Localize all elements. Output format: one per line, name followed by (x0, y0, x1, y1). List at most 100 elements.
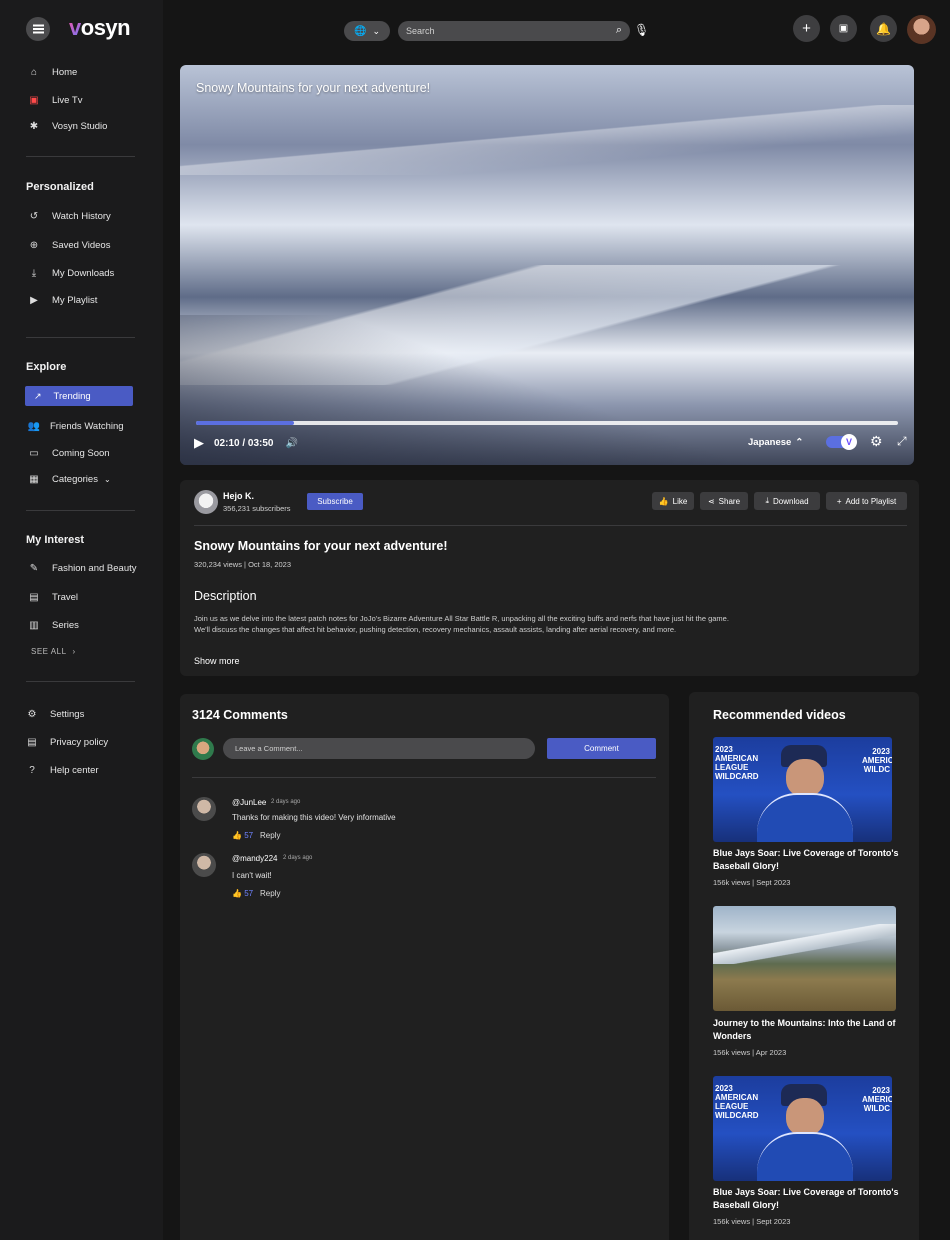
seek-bar-fill (196, 421, 295, 425)
microphone-icon[interactable]: 🎙 (634, 23, 649, 37)
show-more-link[interactable]: Show more (194, 656, 240, 666)
sidebar-item-friends-watching[interactable]: 👥 Friends Watching (27, 416, 124, 436)
dubbing-toggle[interactable]: V (826, 434, 857, 450)
captions-button[interactable]: ▣ (830, 15, 857, 42)
grid-icon: ▦ (29, 473, 39, 485)
video-meta: 320,234 views | Oct 18, 2023 (194, 560, 292, 569)
add-circle-icon: ⊕ (29, 239, 39, 251)
studio-icon: ✱ (29, 120, 39, 132)
sidebar-item-settings[interactable]: ⚙ Settings (25, 704, 85, 724)
comment-time: 2 days ago (283, 855, 313, 861)
comment-author[interactable]: @JunLee (232, 798, 266, 807)
comment-submit-button[interactable]: Comment (547, 738, 656, 759)
avatar[interactable] (192, 853, 216, 877)
add-to-playlist-button[interactable]: + Add to Playlist (826, 492, 907, 510)
subscriber-count: 356,231 subscribers (223, 504, 291, 513)
comment-like-button[interactable]: 👍 57 (232, 889, 253, 898)
section-title-personalized: Personalized (26, 181, 94, 193)
brush-icon: ✎ (29, 562, 39, 574)
download-button[interactable]: ⤓ Download (754, 492, 820, 510)
share-button[interactable]: ⋖ Share (700, 492, 748, 510)
sidebar-item-categories[interactable]: ▦ Categories ⌄ (27, 469, 111, 489)
comment-author[interactable]: @mandy224 (232, 854, 277, 863)
video-thumbnail[interactable]: 2023 AMERICAN LEAGUE WILDCARD 2023 AMERI… (713, 1076, 892, 1181)
sidebar-item-trending[interactable]: ↗ Trending (25, 386, 133, 406)
thumbs-up-icon: 👍 (232, 831, 242, 840)
subscribe-button[interactable]: Subscribe (307, 493, 363, 510)
see-all-link[interactable]: SEE ALL › (31, 647, 76, 656)
thumbs-up-icon: 👍 (232, 889, 242, 898)
sidebar-item-home[interactable]: ⌂ Home (27, 62, 77, 82)
fullscreen-icon[interactable]: ⤢ (897, 434, 907, 449)
divider (192, 777, 656, 778)
download-icon: ⤓ (31, 267, 37, 279)
recommended-video-title[interactable]: Journey to the Mountains: Into the Land … (713, 1017, 903, 1043)
video-thumbnail[interactable]: 2023 AMERICAN LEAGUE WILDCARD 2023 AMERI… (713, 737, 892, 842)
home-icon: ⌂ (30, 66, 38, 78)
recommended-video-meta: 156k views | Apr 2023 (713, 1048, 787, 1057)
divider (194, 525, 907, 526)
create-button[interactable]: + (793, 15, 820, 42)
sidebar-item-my-downloads[interactable]: ⤓ My Downloads (27, 263, 115, 283)
comment-reply-button[interactable]: Reply (260, 831, 280, 840)
thumbs-up-icon: 👍 (658, 496, 669, 506)
video-player[interactable]: Snowy Mountains for your next adventure!… (180, 65, 914, 465)
recommended-heading: Recommended videos (713, 708, 846, 722)
video-thumbnail[interactable] (713, 906, 896, 1011)
sidebar-item-watch-history[interactable]: ↺ Watch History (27, 206, 111, 226)
sidebar-item-vosyn-studio[interactable]: ✱ Vosyn Studio (27, 116, 108, 136)
volume-icon[interactable]: 🔊 (286, 438, 298, 449)
seek-bar[interactable] (196, 421, 898, 425)
bell-icon: 🔔 (876, 21, 891, 36)
sidebar-item-privacy-policy[interactable]: ▤ Privacy policy (25, 732, 108, 752)
help-icon: ? (29, 764, 35, 776)
section-title-my-interest: My Interest (26, 534, 85, 546)
sidebar-divider (26, 337, 135, 338)
channel-avatar[interactable] (194, 490, 218, 514)
notifications-button[interactable]: 🔔 (870, 15, 897, 42)
sidebar-item-saved-videos[interactable]: ⊕ Saved Videos (27, 235, 111, 255)
audio-language-selector[interactable]: Japanese ⌃ (748, 437, 803, 448)
chevron-down-icon: ⌄ (103, 474, 111, 484)
play-icon[interactable]: ▶ (194, 435, 204, 451)
language-selector[interactable]: 🌐 ⌄ (344, 21, 390, 41)
trending-icon: ↗ (34, 390, 42, 401)
channel-name[interactable]: Hejo K. (223, 491, 254, 501)
share-icon: ⋖ (707, 496, 715, 506)
avatar[interactable] (192, 797, 216, 821)
comment-like-button[interactable]: 👍 57 (232, 831, 253, 840)
hamburger-menu-button[interactable] (26, 17, 50, 41)
sidebar-divider (26, 681, 135, 682)
video-title: Snowy Mountains for your next adventure! (194, 539, 448, 553)
settings-gear-icon[interactable]: ⚙ (870, 433, 883, 450)
comment-input[interactable]: Leave a Comment... (223, 738, 535, 759)
comment-text: I can't wait! (232, 871, 272, 880)
description-text: Join us as we delve into the latest patc… (194, 614, 729, 634)
chevron-right-icon: › (72, 647, 76, 656)
playback-time: 02:10 / 03:50 (214, 437, 274, 449)
sidebar-item-fashion-beauty[interactable]: ✎ Fashion and Beauty (27, 558, 137, 578)
comment-time: 2 days ago (271, 799, 301, 805)
sidebar-item-help-center[interactable]: ? Help center (25, 760, 98, 780)
user-avatar[interactable] (907, 15, 936, 44)
comment-reply-button[interactable]: Reply (260, 889, 280, 898)
avatar (192, 738, 214, 760)
tv-icon: ▣ (29, 94, 39, 106)
search-input[interactable]: Search ⌕ (398, 21, 630, 41)
search-icon[interactable]: ⌕ (616, 24, 622, 37)
vosyn-logo-icon: V (841, 434, 857, 450)
sidebar-item-my-playlist[interactable]: ▶ My Playlist (27, 290, 97, 310)
captions-icon: ▣ (838, 23, 849, 34)
app-logo[interactable]: vosyn (69, 15, 131, 41)
sidebar-item-coming-soon[interactable]: ▭ Coming Soon (27, 443, 109, 463)
globe-icon: 🌐 (354, 25, 367, 37)
recommended-video-title[interactable]: Blue Jays Soar: Live Coverage of Toronto… (713, 1186, 903, 1212)
sidebar-item-series[interactable]: ▥ Series (27, 615, 79, 635)
gear-icon: ⚙ (27, 708, 37, 720)
sidebar: vosyn ⌂ Home ▣ Live Tv ✱ Vosyn Studio Perso… (0, 0, 163, 1240)
recommended-video-title[interactable]: Blue Jays Soar: Live Coverage of Toronto… (713, 847, 903, 873)
chevron-up-icon: ⌃ (795, 437, 804, 448)
like-button[interactable]: 👍 Like (652, 492, 694, 510)
sidebar-item-live-tv[interactable]: ▣ Live Tv (27, 90, 82, 110)
sidebar-item-travel[interactable]: ▤ Travel (27, 587, 78, 607)
